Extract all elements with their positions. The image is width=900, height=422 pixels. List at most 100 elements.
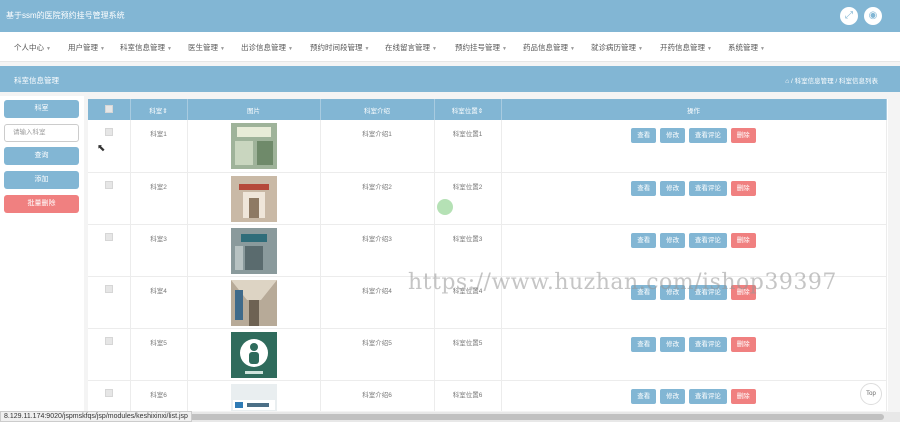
department-photo (230, 175, 277, 222)
department-photo (230, 279, 277, 326)
mouse-cursor-icon: ⬉ (97, 143, 106, 154)
view-button[interactable]: 查看 (631, 128, 657, 143)
cell-name: 科室6 (130, 380, 188, 411)
table-row: 科室5 科室介绍5 科室位置5 查看 修改 查看评论 删除 (88, 328, 887, 381)
delete-button[interactable]: 删除 (730, 388, 756, 404)
row-checkbox[interactable] (104, 388, 113, 397)
menu-item-system-management[interactable]: 系统管理 ▼ (728, 42, 765, 53)
column-header-location[interactable]: 科室位置⇕ (434, 99, 502, 120)
view-button[interactable]: 查看 (631, 336, 657, 352)
edit-button[interactable]: 修改 (660, 180, 686, 196)
cell-location: 科室位置3 (434, 224, 502, 277)
department-photo (230, 227, 277, 274)
delete-button[interactable]: 删除 (730, 232, 756, 248)
menu-item-user-management[interactable]: 用户管理 ▼ (68, 42, 105, 53)
menu-item-department-info[interactable]: 科室信息管理 ▼ (120, 42, 172, 53)
table-row: 科室3 科室介绍3 科室位置3 查看 修改 查看评论 删除 (88, 224, 887, 277)
query-button[interactable]: 查询 (4, 147, 79, 165)
view-button[interactable]: 查看 (631, 388, 657, 404)
chevron-down-icon: ▼ (760, 46, 765, 52)
search-panel: 科室 请输入科室 查询 添加 批量删除 (0, 96, 84, 412)
menu-item-appointment-slots[interactable]: 预约时间段管理 ▼ (310, 42, 369, 53)
delete-button[interactable]: 删除 (730, 336, 756, 352)
cell-location: 科室位置1 (434, 120, 502, 173)
cell-intro: 科室介绍3 (320, 224, 435, 277)
view-button[interactable]: 查看 (631, 180, 657, 196)
chevron-down-icon: ▼ (638, 46, 643, 52)
menu-item-personal-center[interactable]: 个人中心 ▼ (14, 42, 51, 53)
home-icon[interactable]: ⌂ (785, 78, 789, 85)
column-header-name[interactable]: 科室⇕ (130, 99, 188, 120)
add-button[interactable]: 添加 (4, 171, 79, 189)
chevron-down-icon: ▼ (502, 46, 507, 52)
chevron-down-icon: ▼ (220, 46, 225, 52)
chevron-down-icon: ▼ (364, 46, 370, 52)
top-bar: 基于ssm的医院预约挂号管理系统 ⤢ ◉ (0, 0, 900, 32)
view-button[interactable]: 查看 (631, 232, 657, 248)
cell-name: 科室3 (130, 224, 188, 277)
chevron-down-icon: ▼ (570, 46, 575, 52)
view-comments-button[interactable]: 查看评论 (688, 388, 727, 404)
row-checkbox[interactable] (104, 284, 113, 293)
edit-button[interactable]: 修改 (660, 388, 686, 404)
section-header: 科室信息管理 ⌂ / 科室信息管理 / 科室信息列表 (0, 66, 900, 92)
menu-item-messages[interactable]: 在线留言管理 ▼ (385, 42, 437, 53)
chevron-down-icon: ▼ (167, 46, 172, 52)
cell-location: 科室位置6 (434, 380, 502, 411)
department-photo (230, 383, 277, 411)
select-all-header[interactable] (88, 99, 131, 120)
cell-name: 科室2 (130, 172, 188, 225)
menu-item-medical-records[interactable]: 就诊病历管理 ▼ (591, 42, 643, 53)
view-comments-button[interactable]: 查看评论 (688, 128, 727, 143)
department-table: 科室⇕ 图片 科室介绍 科室位置⇕ 操作 科室1 科室介绍1 科室位置1 查看 … (88, 99, 887, 411)
delete-button[interactable]: 删除 (730, 180, 756, 196)
menu-item-medicine-info[interactable]: 药品信息管理 ▼ (523, 42, 575, 53)
select-all-checkbox[interactable] (104, 104, 113, 113)
breadcrumb: ⌂ / 科室信息管理 / 科室信息列表 (785, 78, 878, 85)
menu-item-registration[interactable]: 预约挂号管理 ▼ (455, 42, 507, 53)
chevron-down-icon: ▼ (707, 46, 712, 52)
table-header-row: 科室⇕ 图片 科室介绍 科室位置⇕ 操作 (88, 99, 887, 120)
chevron-down-icon: ▼ (46, 46, 51, 52)
table-row: 科室1 科室介绍1 科室位置1 查看 修改 查看评论 删除 (88, 120, 887, 173)
batch-delete-button[interactable]: 批量删除 (4, 195, 79, 213)
status-url: 8.129.11.174:9020/jspmskfqs/jsp/modules/… (0, 411, 192, 422)
department-table-container: 科室⇕ 图片 科室介绍 科室位置⇕ 操作 科室1 科室介绍1 科室位置1 查看 … (88, 99, 888, 411)
cell-intro: 科室介绍1 (320, 120, 435, 173)
click-indicator (437, 199, 453, 215)
table-row: 科室6 科室介绍6 科室位置6 查看 修改 查看评论 删除 (88, 380, 887, 411)
cell-intro: 科室介绍6 (320, 380, 435, 411)
cell-intro: 科室介绍5 (320, 328, 435, 381)
user-icon[interactable]: ◉ (864, 7, 882, 25)
column-header-image: 图片 (187, 99, 321, 120)
menu-item-visit-info[interactable]: 出诊信息管理 ▼ (241, 42, 293, 53)
menu-item-prescriptions[interactable]: 开药信息管理 ▼ (660, 42, 712, 53)
delete-button[interactable]: 删除 (730, 128, 756, 143)
table-row: 科室2 科室介绍2 科室位置2 查看 修改 查看评论 删除 (88, 172, 887, 225)
row-checkbox[interactable] (104, 232, 113, 241)
department-search-input[interactable]: 请输入科室 (4, 124, 79, 142)
fullscreen-icon[interactable]: ⤢ (840, 7, 858, 25)
view-comments-button[interactable]: 查看评论 (688, 336, 727, 352)
cell-location: 科室位置2 (434, 172, 502, 225)
cell-location: 科室位置5 (434, 328, 502, 381)
back-to-top-button[interactable]: Top (860, 383, 882, 405)
app-title: 基于ssm的医院预约挂号管理系统 (6, 11, 125, 20)
row-checkbox[interactable] (104, 180, 113, 189)
view-comments-button[interactable]: 查看评论 (688, 180, 727, 196)
edit-button[interactable]: 修改 (660, 336, 686, 352)
edit-button[interactable]: 修改 (660, 128, 686, 143)
edit-button[interactable]: 修改 (660, 232, 686, 248)
view-comments-button[interactable]: 查看评论 (688, 232, 727, 248)
row-checkbox[interactable] (104, 128, 113, 136)
column-header-intro: 科室介绍 (320, 99, 435, 120)
column-header-actions: 操作 (501, 99, 887, 120)
page-title: 科室信息管理 (14, 76, 59, 85)
row-checkbox[interactable] (104, 336, 113, 345)
watermark: https://www.huzhan.com/ishop39397 (408, 270, 837, 295)
cell-intro: 科室介绍2 (320, 172, 435, 225)
cell-name: 科室5 (130, 328, 188, 381)
department-photo (230, 331, 277, 378)
main-menu: 个人中心 ▼ 用户管理 ▼ 科室信息管理 ▼ 医生管理 ▼ 出诊信息管理 ▼ 预约时间段管… (0, 32, 900, 62)
menu-item-doctor-management[interactable]: 医生管理 ▼ (188, 42, 225, 53)
